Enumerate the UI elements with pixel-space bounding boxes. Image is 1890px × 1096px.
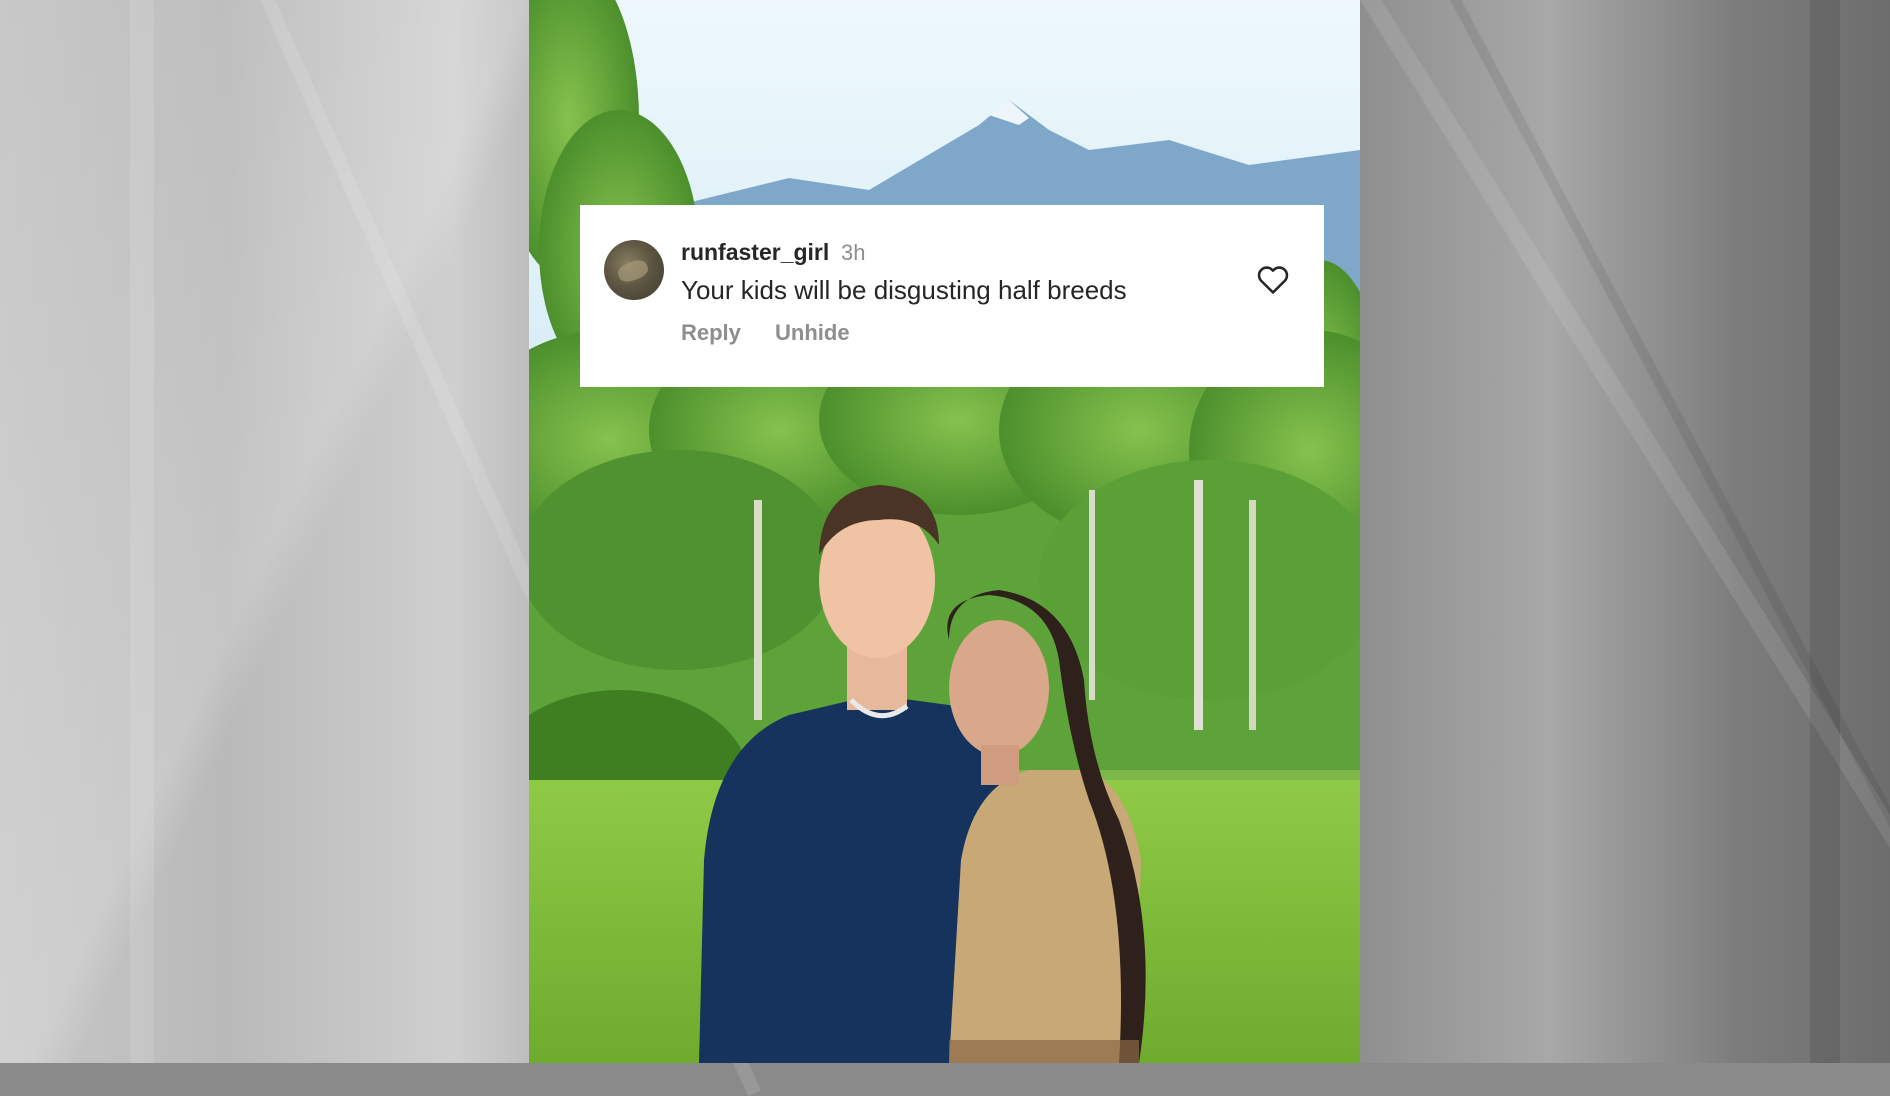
heart-outline-icon[interactable]: [1256, 263, 1290, 295]
comment-timestamp: 3h: [841, 240, 866, 265]
backdrop-streak: [130, 0, 154, 1063]
backdrop-streak: [1810, 0, 1840, 1063]
couple-photo: [529, 0, 1360, 1063]
reply-button[interactable]: Reply: [681, 320, 741, 346]
unhide-button[interactable]: Unhide: [775, 320, 850, 346]
user-avatar[interactable]: [604, 240, 664, 300]
comment-card: runfaster_girl 3h Your kids will be disg…: [580, 205, 1324, 387]
comment-text: Your kids will be disgusting half breeds: [681, 275, 1127, 305]
photo-illustration: [529, 0, 1360, 1063]
comment-username[interactable]: runfaster_girl: [681, 239, 829, 266]
